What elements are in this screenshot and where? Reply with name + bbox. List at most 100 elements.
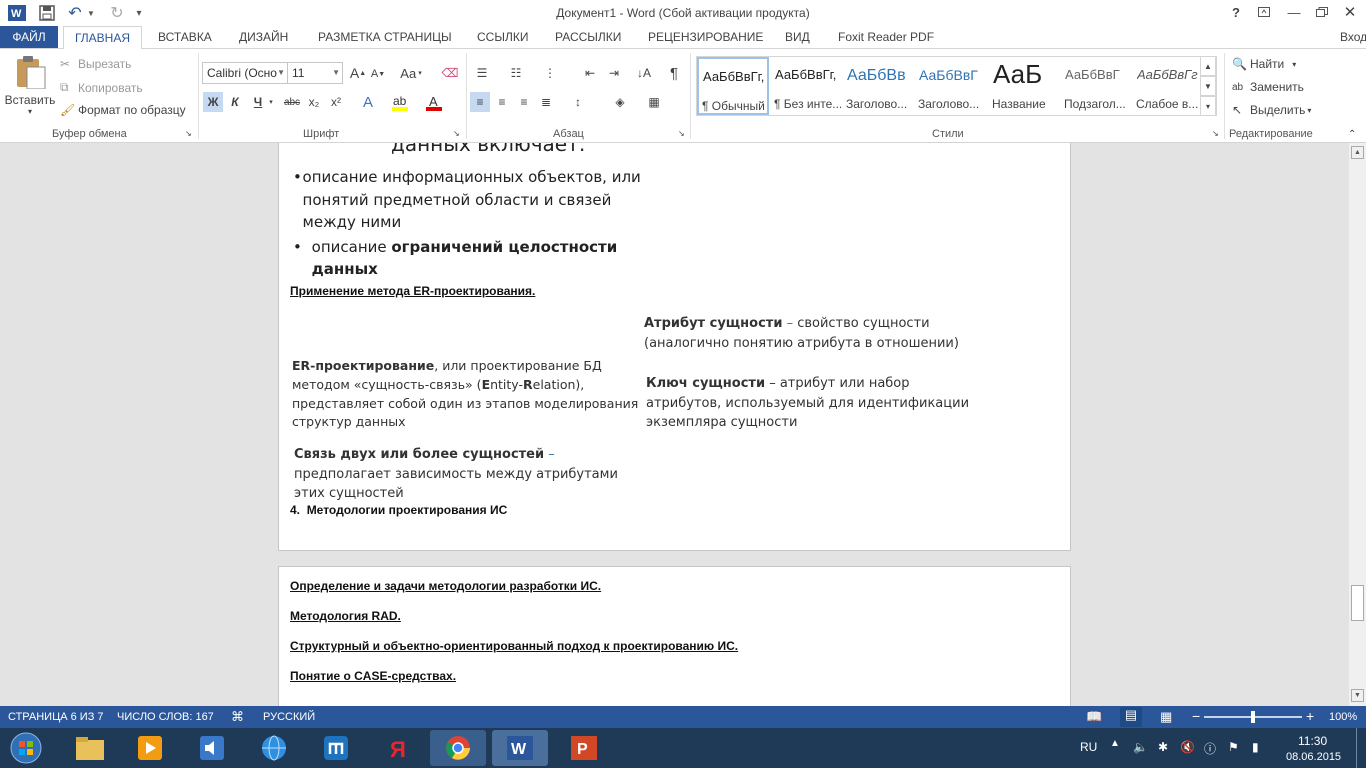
start-button[interactable] — [6, 730, 46, 766]
bluetooth-icon[interactable]: ✱ — [1158, 740, 1168, 754]
web-layout-icon[interactable]: ▦ — [1160, 709, 1172, 725]
minimize-button[interactable]: — — [1282, 3, 1306, 21]
replace-button[interactable]: ab Заменить — [1232, 80, 1304, 94]
strikethrough-button[interactable]: abc — [282, 92, 302, 112]
superscript-button[interactable]: x² — [326, 92, 346, 112]
volume-app-taskbar-icon[interactable] — [184, 730, 240, 766]
word-taskbar-icon[interactable]: W — [492, 730, 548, 766]
link-case-tools[interactable]: Понятие о CASE-средствах. — [290, 669, 456, 683]
show-formatting-icon[interactable]: ¶ — [664, 63, 684, 83]
yandex-taskbar-icon[interactable]: Я — [370, 730, 426, 766]
paragraph-launcher-icon[interactable]: ↘ — [678, 129, 685, 138]
tab-home[interactable]: ГЛАВНАЯ — [63, 26, 142, 49]
tab-design[interactable]: ДИЗАЙН — [239, 30, 288, 44]
zoom-out-icon[interactable]: − — [1192, 708, 1200, 724]
help-button[interactable]: ? — [1224, 3, 1248, 21]
multilevel-list-icon[interactable]: ⋮ — [540, 63, 560, 83]
grow-font-button[interactable]: A ▲ — [348, 63, 368, 83]
numbering-icon[interactable]: ☷ — [506, 63, 526, 83]
select-button[interactable]: ↖ Выделить ▾ — [1232, 103, 1311, 117]
style-tile[interactable]: АаБбВвГг, ¶ Обычный — [697, 57, 769, 115]
ribbon-display-options-icon[interactable] — [1252, 3, 1276, 21]
align-left-icon[interactable]: ≡ — [470, 92, 490, 112]
styles-scroll-up-icon[interactable]: ▲ — [1200, 56, 1216, 76]
style-tile[interactable]: АаБбВв Заголово... — [843, 57, 915, 115]
clipboard-launcher-icon[interactable]: ↘ — [185, 129, 192, 138]
info-icon[interactable]: ⓘ — [1204, 740, 1216, 757]
clock-date[interactable]: 08.06.2015 — [1286, 751, 1341, 763]
maxthon-taskbar-icon[interactable] — [308, 730, 364, 766]
tab-mailings[interactable]: РАССЫЛКИ — [555, 30, 621, 44]
justify-icon[interactable]: ≣ — [536, 92, 556, 112]
styles-launcher-icon[interactable]: ↘ — [1212, 129, 1219, 138]
style-tile[interactable]: АаБбВвГ Подзагол... — [1061, 57, 1133, 115]
borders-icon[interactable]: ▦ — [644, 92, 664, 112]
tab-references[interactable]: ССЫЛКИ — [477, 30, 528, 44]
close-button[interactable]: ✕ — [1338, 3, 1362, 21]
style-tile[interactable]: АаБбВвГг Слабое в... — [1133, 57, 1205, 115]
scroll-up-icon[interactable]: ▲ — [1351, 146, 1364, 159]
document-area[interactable]: данных включает: • описание информационн… — [0, 143, 1349, 706]
highlight-color-icon[interactable]: ab — [390, 92, 410, 112]
vertical-scrollbar[interactable]: ▲ ▼ — [1349, 143, 1366, 706]
show-hidden-icons-icon[interactable]: ▲ — [1110, 738, 1120, 749]
decrease-indent-icon[interactable]: ⇤ — [580, 63, 600, 83]
proofing-icon[interactable]: ⌘ — [231, 709, 244, 725]
chrome-taskbar-icon[interactable] — [430, 730, 486, 766]
clear-formatting-icon[interactable]: ⌫ — [440, 63, 460, 83]
sign-in-link[interactable]: Вход — [1340, 30, 1366, 44]
find-button[interactable]: 🔍 Найти ▾ — [1232, 57, 1296, 71]
tab-review[interactable]: РЕЦЕНЗИРОВАНИЕ — [648, 30, 763, 44]
page[interactable]: Определение и задачи методологии разрабо… — [278, 566, 1071, 706]
tab-foxit[interactable]: Foxit Reader PDF — [838, 30, 934, 44]
tab-layout[interactable]: РАЗМЕТКА СТРАНИЦЫ — [318, 30, 452, 44]
link-methodology-definition[interactable]: Определение и задачи методологии разрабо… — [290, 579, 601, 593]
cut-button[interactable]: ✂ Вырезать — [60, 57, 131, 71]
styles-more-icon[interactable]: ▾ — [1200, 96, 1216, 116]
tab-file[interactable]: ФАЙЛ — [0, 26, 58, 48]
font-size-combo[interactable]: 11 ▼ — [287, 62, 343, 84]
word-count[interactable]: ЧИСЛО СЛОВ: 167 — [117, 711, 214, 723]
page[interactable]: данных включает: • описание информационн… — [278, 143, 1071, 551]
increase-indent-icon[interactable]: ⇥ — [604, 63, 624, 83]
font-color-icon[interactable]: A — [424, 92, 444, 112]
collapse-ribbon-icon[interactable]: ⌃ — [1348, 129, 1356, 140]
page-count[interactable]: СТРАНИЦА 6 ИЗ 7 — [8, 711, 104, 723]
italic-button[interactable]: К — [225, 92, 245, 112]
link-structural-oo[interactable]: Структурный и объектно-ориентированный п… — [290, 639, 738, 653]
restore-button[interactable] — [1310, 3, 1334, 21]
show-desktop-button[interactable] — [1356, 728, 1366, 768]
styles-scroll-down-icon[interactable]: ▼ — [1200, 76, 1216, 96]
change-case-button[interactable]: Аа ▾ — [396, 63, 426, 83]
network-icon[interactable]: ▮ — [1252, 740, 1259, 754]
underline-button[interactable]: Ч — [248, 92, 268, 112]
action-center-flag-icon[interactable]: ⚑ — [1228, 740, 1239, 754]
read-mode-icon[interactable]: 📖 — [1086, 709, 1102, 725]
bold-button[interactable]: Ж — [203, 92, 223, 112]
format-painter-button[interactable]: 🖌 Формат по образцу — [60, 103, 186, 117]
align-center-icon[interactable]: ≡ — [492, 92, 512, 112]
paste-button[interactable]: Вставить ▾ — [5, 55, 55, 125]
text-effects-icon[interactable]: A — [358, 92, 378, 112]
font-name-combo[interactable]: Calibri (Осно ▼ — [202, 62, 288, 84]
align-right-icon[interactable]: ≡ — [514, 92, 534, 112]
font-launcher-icon[interactable]: ↘ — [453, 129, 460, 138]
scrollbar-thumb[interactable] — [1351, 585, 1364, 621]
zoom-slider-thumb[interactable] — [1251, 711, 1255, 723]
powerpoint-taskbar-icon[interactable]: P — [556, 730, 612, 766]
zoom-slider[interactable] — [1204, 711, 1302, 723]
style-tile[interactable]: АаБбВвГ Заголово... — [915, 57, 987, 115]
globe-taskbar-icon[interactable] — [246, 730, 302, 766]
language-indicator[interactable]: РУССКИЙ — [263, 711, 315, 723]
link-rad[interactable]: Методология RAD. — [290, 609, 401, 623]
clock-time[interactable]: 11:30 — [1298, 734, 1327, 748]
subscript-button[interactable]: x₂ — [304, 92, 324, 112]
zoom-in-icon[interactable]: + — [1306, 708, 1314, 724]
copy-button[interactable]: ⧉ Копировать — [60, 80, 143, 95]
style-tile[interactable]: АаБ Название — [989, 57, 1061, 115]
shrink-font-button[interactable]: A ▼ — [368, 64, 388, 84]
line-spacing-icon[interactable]: ↕ — [568, 92, 588, 112]
speaker-icon[interactable]: 🔈 — [1133, 740, 1148, 754]
tab-insert[interactable]: ВСТАВКА — [158, 30, 212, 44]
zoom-level[interactable]: 100% — [1329, 711, 1357, 723]
